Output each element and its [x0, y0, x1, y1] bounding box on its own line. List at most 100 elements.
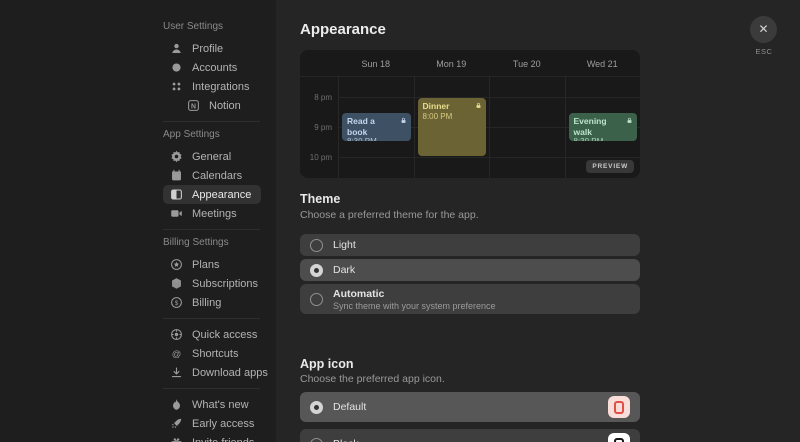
preview-event-evening-walk: Evening walk8:30 PM	[568, 113, 637, 141]
sidebar-divider	[163, 121, 260, 122]
event-title: Evening walk	[573, 116, 607, 137]
option-texts: Dark	[333, 264, 355, 276]
lock-icon	[475, 102, 482, 109]
sidebar-item-meetings[interactable]: Meetings	[163, 204, 261, 223]
appearance-panel: Appearance ✕ ESC PREVIEW Sun 18 Mon 19 Tue…	[276, 0, 800, 442]
sidebar-item-label: Download apps	[192, 366, 268, 379]
preview-time-label: 10 pm	[309, 153, 332, 162]
sidebar-item-shortcuts[interactable]: @ Shortcuts	[163, 344, 261, 363]
preview-day-header: Mon 19	[436, 59, 467, 69]
integrations-icon	[170, 80, 183, 93]
sidebar-item-profile[interactable]: Profile	[163, 39, 261, 58]
option-label: Dark	[333, 264, 356, 276]
sidebar-item-accounts[interactable]: Accounts	[163, 58, 261, 77]
sidebar-item-appearance[interactable]: Appearance	[163, 185, 261, 204]
preview-gridline	[489, 76, 490, 178]
sidebar-section: App Settings General Calendars Appearance Me…	[163, 128, 276, 223]
sidebar-section-label-app-settings: App Settings	[163, 129, 220, 140]
sidebar-item-download-apps[interactable]: Download apps	[163, 363, 268, 382]
sidebar-item-label: Shortcuts	[192, 347, 239, 360]
app-icon-option-black[interactable]: Black	[300, 429, 640, 442]
sidebar-section-label-billing-settings: Billing Settings	[163, 237, 229, 248]
preview-event-read-a-book: Read a book8:30 PM	[342, 113, 411, 141]
theme-option-automatic[interactable]: Automatic Sync theme with your system pre…	[300, 284, 640, 314]
radio-light[interactable]	[310, 238, 323, 252]
radio-dark[interactable]	[310, 263, 323, 277]
theme-heading: Theme	[300, 192, 341, 206]
calendar-icon	[170, 169, 183, 182]
lock-icon	[400, 117, 407, 124]
sidebar-item-integrations[interactable]: Integrations	[163, 77, 261, 96]
sidebar-item-general[interactable]: General	[163, 147, 261, 166]
rocket-icon	[170, 417, 183, 430]
sidebar-item-label: Plans	[192, 258, 220, 271]
plans-icon	[170, 258, 183, 271]
sidebar-item-invite-friends[interactable]: Invite friends	[163, 433, 261, 442]
sidebar-item-label: Accounts	[192, 61, 238, 74]
page-title: Appearance	[300, 21, 386, 38]
sidebar-item-what-s-new[interactable]: What's new	[163, 395, 261, 414]
option-sublabel: Sync theme with your system preference	[333, 300, 496, 311]
settings-sidebar: User Settings Profile Accounts Integrations…	[0, 0, 276, 442]
app-icon-thumbnail-black	[608, 433, 630, 442]
person-icon	[170, 42, 183, 55]
sidebar-section: User Settings Profile Accounts Integrations…	[163, 20, 276, 115]
svg-text:N: N	[191, 103, 196, 110]
appearance-icon	[170, 188, 183, 201]
billing-icon: $	[170, 296, 183, 309]
sidebar-section: Billing Settings Plans Subscriptions $ Billi…	[163, 236, 276, 312]
option-texts: Automatic Sync theme with your system pre…	[333, 288, 496, 311]
option-texts: Light	[333, 239, 356, 251]
sidebar-item-label: What's new	[192, 398, 249, 411]
sidebar-item-plans[interactable]: Plans	[163, 255, 261, 274]
sidebar-item-early-access[interactable]: Early access	[163, 414, 261, 433]
accounts-icon	[170, 61, 183, 74]
sidebar-item-label: Meetings	[192, 207, 237, 220]
settings-modal: User Settings Profile Accounts Integrations…	[0, 0, 800, 442]
sidebar-item-label: Early access	[192, 417, 255, 430]
gift-icon	[170, 436, 183, 442]
sidebar-item-label: Profile	[192, 42, 224, 55]
event-time: 8:30 PM	[574, 137, 633, 141]
sidebar-item-billing[interactable]: $ Billing	[163, 293, 261, 312]
gear-icon	[170, 150, 183, 163]
subscriptions-icon	[170, 277, 183, 290]
sidebar-item-subscriptions[interactable]: Subscriptions	[163, 274, 261, 293]
app-icon-option-default[interactable]: Default	[300, 392, 640, 422]
flame-icon	[170, 398, 183, 411]
theme-option-light[interactable]: Light	[300, 234, 640, 256]
quick-access-icon	[170, 328, 183, 341]
event-title: Dinner	[422, 101, 450, 111]
option-label: Automatic	[333, 287, 385, 300]
sidebar-item-notion[interactable]: N Notion	[180, 96, 261, 115]
preview-gridline	[564, 76, 566, 178]
close-icon[interactable]: ✕	[750, 16, 777, 43]
radio-automatic[interactable]	[310, 292, 323, 306]
radio-black[interactable]	[310, 437, 323, 442]
option-label: Black	[333, 438, 359, 442]
preview-gridline	[338, 76, 339, 178]
sidebar-divider	[163, 229, 260, 230]
sidebar-section-label-user-settings: User Settings	[163, 21, 224, 32]
preview-gridline	[413, 76, 415, 178]
sidebar-item-calendars[interactable]: Calendars	[163, 166, 261, 185]
calendar-glyph-icon	[614, 437, 624, 442]
notion-icon: N	[187, 99, 200, 112]
theme-option-dark[interactable]: Dark	[300, 259, 640, 281]
app-icon-thumbnail-default	[608, 396, 630, 418]
preview-time-label: 9 pm	[314, 123, 332, 132]
sidebar-item-quick-access[interactable]: Quick access	[163, 325, 261, 344]
svg-text:@: @	[172, 349, 181, 359]
sidebar-section: What's new Early access Invite friends	[163, 395, 276, 442]
event-time: 8:00 PM	[422, 111, 453, 121]
calendar-glyph-icon	[614, 400, 624, 414]
preview-day-header: Tue 20	[512, 59, 541, 69]
sidebar-item-label: Invite friends	[192, 437, 254, 442]
radio-default[interactable]	[310, 400, 323, 414]
sidebar-divider	[163, 388, 260, 389]
at-icon: @	[170, 347, 183, 360]
option-label: Default	[333, 401, 367, 413]
esc-label: ESC	[755, 47, 773, 56]
sidebar-item-label: Quick access	[192, 328, 258, 341]
preview-day-header: Sun 18	[361, 59, 391, 69]
